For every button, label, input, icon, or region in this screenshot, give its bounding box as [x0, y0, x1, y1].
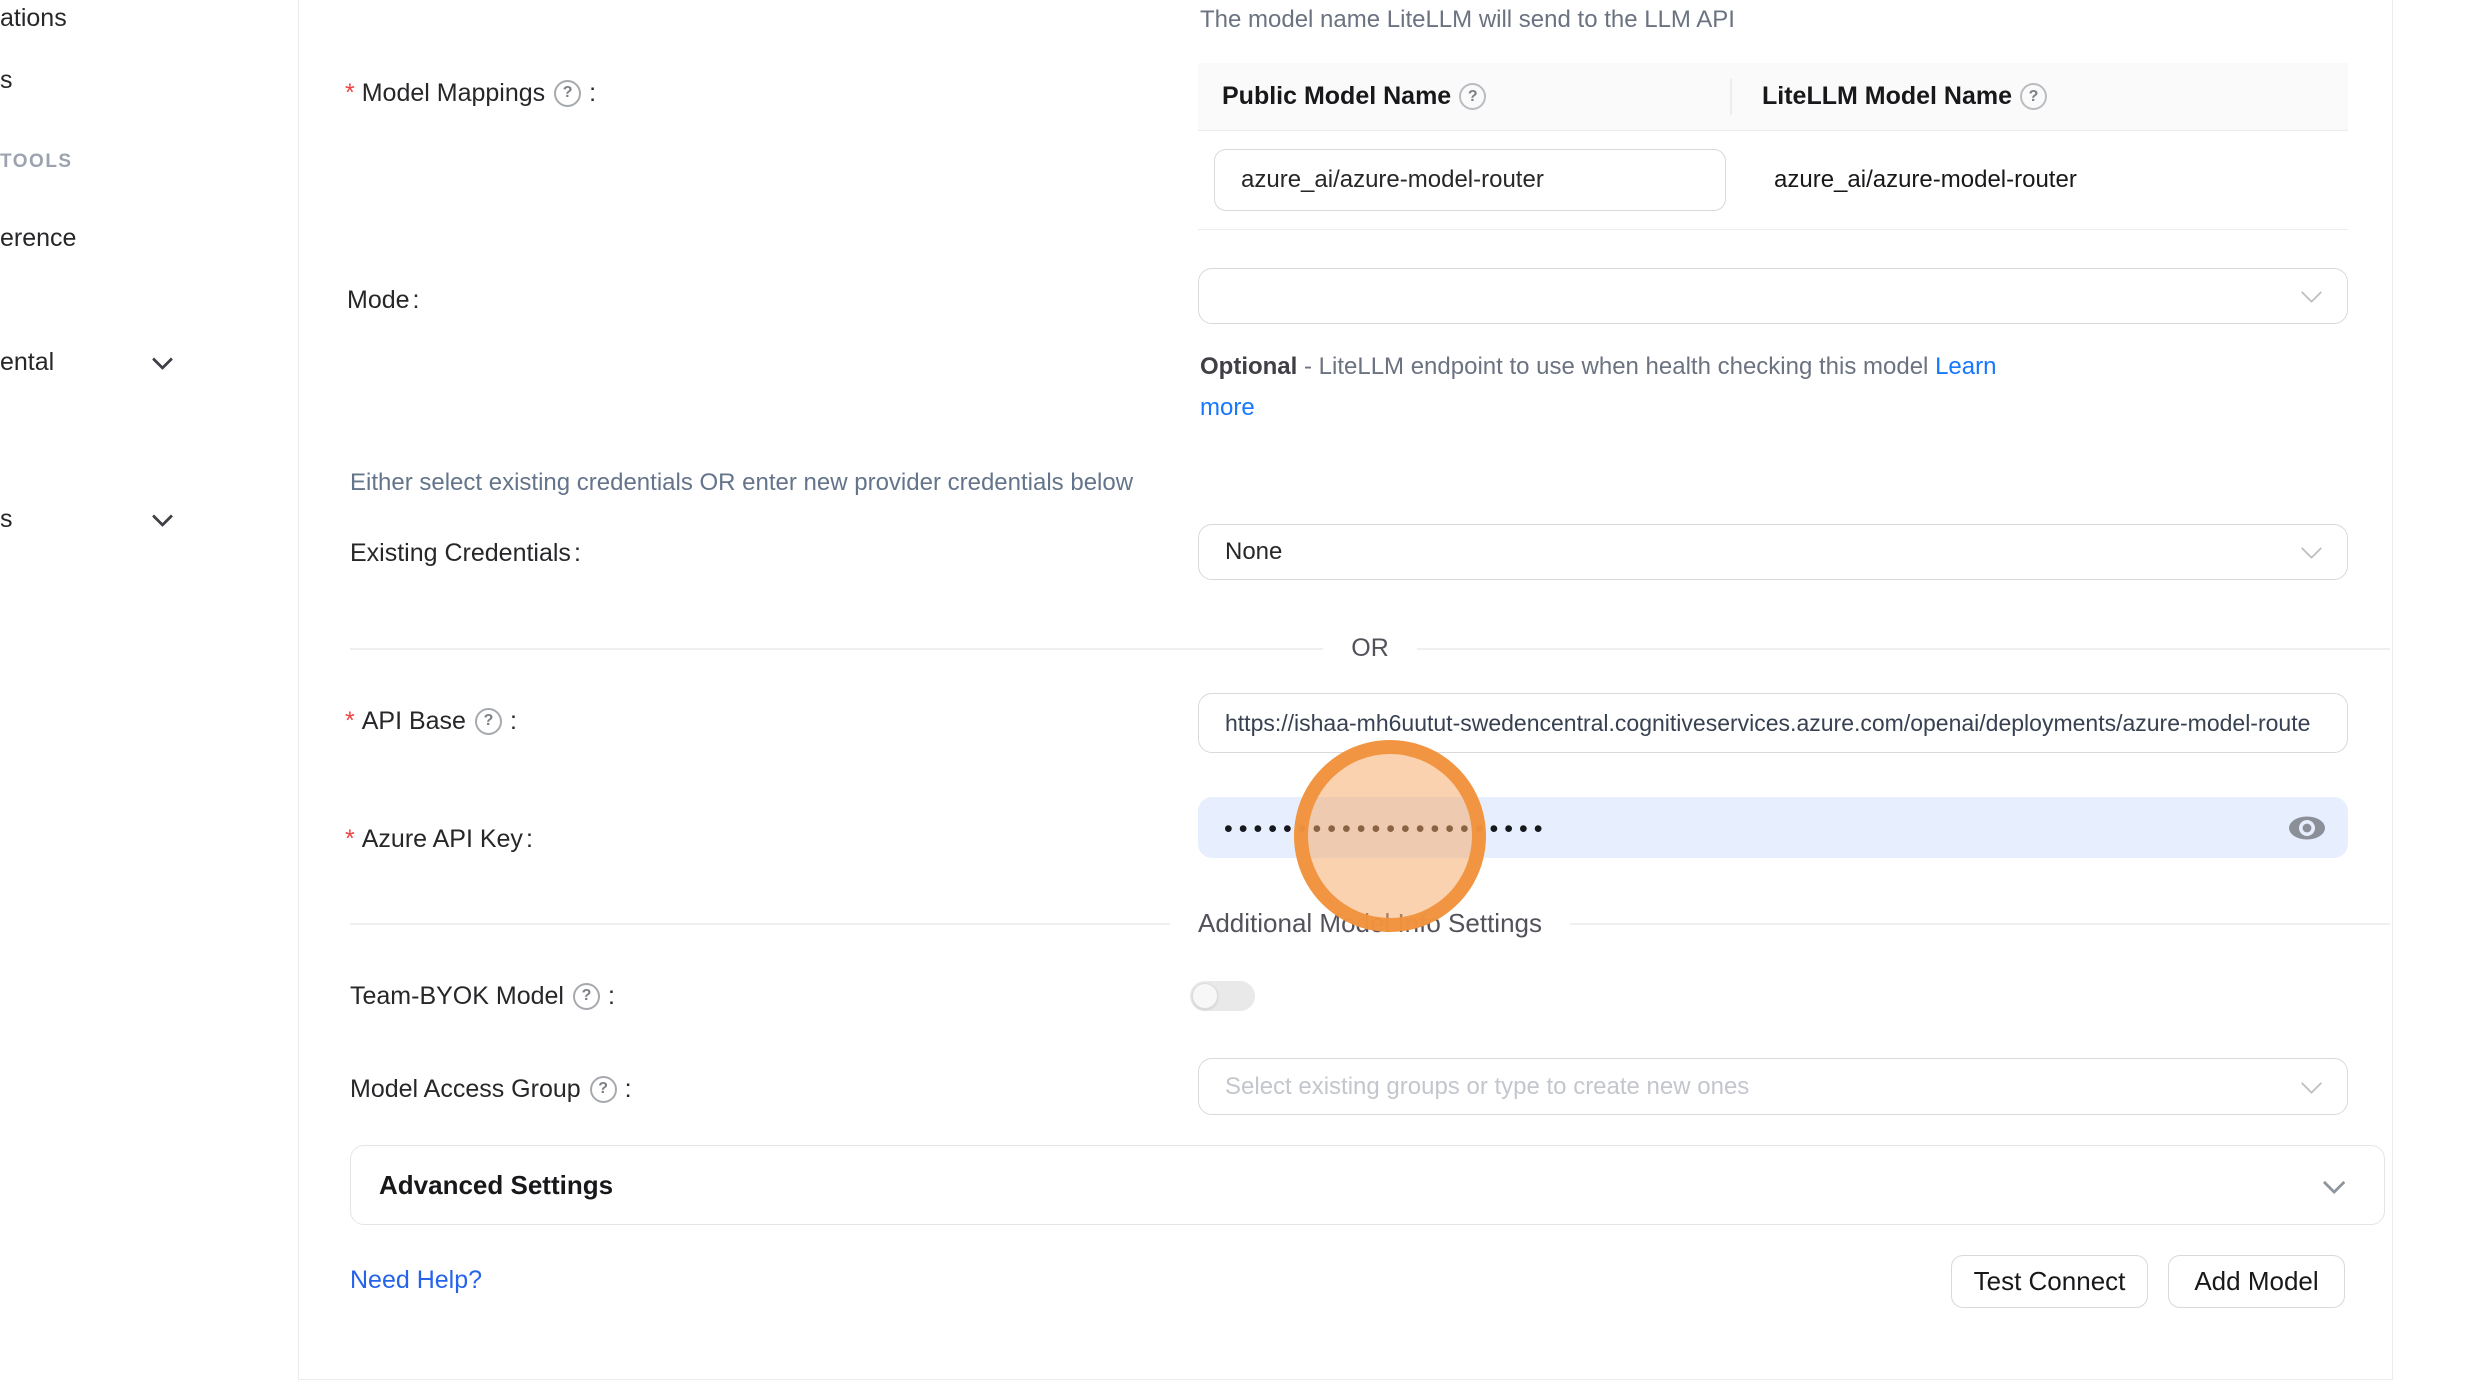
help-icon[interactable]: ? — [1459, 83, 1486, 110]
help-icon[interactable]: ? — [573, 983, 600, 1010]
required-asterisk: * — [345, 707, 355, 736]
divider-line — [350, 923, 1170, 925]
chevron-down-icon[interactable] — [152, 349, 173, 370]
divider-line — [350, 648, 1323, 650]
credentials-note: Either select existing credentials OR en… — [350, 469, 1133, 497]
help-icon[interactable]: ? — [2020, 83, 2047, 110]
sidebar-item-settings[interactable]: s — [0, 505, 13, 534]
litellm-model-name-header: LiteLLM Model Name ? — [1730, 82, 2052, 111]
add-model-page: ations s TOOLS erence ental s The model … — [0, 0, 2477, 1385]
team-byok-toggle[interactable] — [1190, 981, 1255, 1011]
required-asterisk: * — [345, 825, 355, 854]
mode-helper-text: Optional - LiteLLM endpoint to use when … — [1200, 346, 2020, 428]
advanced-settings-label: Advanced Settings — [379, 1170, 613, 1201]
mode-select[interactable] — [1198, 268, 2348, 324]
chevron-down-icon — [2301, 538, 2322, 559]
additional-settings-divider: Additional Model Info Settings — [350, 908, 2390, 939]
divider-line — [1570, 923, 2390, 925]
required-asterisk: * — [345, 79, 355, 108]
sidebar-item[interactable]: s — [0, 66, 13, 95]
sidebar-item-experimental[interactable]: ental — [0, 348, 54, 377]
litellm-model-name-value: azure_ai/azure-model-router — [1726, 166, 2077, 194]
model-access-group-select[interactable]: Select existing groups or type to create… — [1198, 1058, 2348, 1115]
help-icon[interactable]: ? — [475, 708, 502, 735]
public-model-name-input[interactable]: azure_ai/azure-model-router — [1214, 149, 1726, 211]
eye-icon[interactable] — [2288, 814, 2326, 842]
azure-api-key-input[interactable]: •••••••••••••••••••••• — [1198, 797, 2348, 858]
api-base-label: * API Base ? : — [345, 703, 517, 739]
or-divider: OR — [350, 634, 2390, 663]
toggle-knob — [1192, 983, 1218, 1009]
masked-password-dots: •••••••••••••••••••••• — [1224, 817, 1549, 842]
select-placeholder: Select existing groups or type to create… — [1225, 1073, 1749, 1101]
existing-credentials-select[interactable]: None — [1198, 524, 2348, 580]
sidebar-section-tools: TOOLS — [0, 151, 73, 173]
model-name-helper-text: The model name LiteLLM will send to the … — [1200, 6, 1735, 34]
advanced-settings-panel[interactable]: Advanced Settings — [350, 1145, 2385, 1225]
team-byok-label: Team-BYOK Model ? : — [350, 978, 615, 1014]
column-divider — [1730, 79, 1732, 115]
model-access-group-label: Model Access Group ? : — [350, 1071, 632, 1107]
add-model-button[interactable]: Add Model — [2168, 1255, 2345, 1308]
chevron-down-icon — [2301, 1072, 2322, 1093]
model-mappings-table-row: azure_ai/azure-model-router azure_ai/azu… — [1198, 131, 2348, 230]
chevron-down-icon[interactable] — [152, 506, 173, 527]
api-base-input[interactable]: https://ishaa-mh6uutut-swedencentral.cog… — [1198, 693, 2348, 753]
azure-api-key-label: * Azure API Key : — [345, 821, 533, 857]
divider-line — [1417, 648, 2390, 650]
model-mappings-label: * Model Mappings ? : — [345, 75, 596, 111]
model-mappings-table: Public Model Name ? LiteLLM Model Name ?… — [1198, 63, 2348, 230]
need-help-link[interactable]: Need Help? — [350, 1266, 482, 1295]
existing-credentials-label: Existing Credentials: — [350, 535, 581, 571]
sidebar-item-reference[interactable]: erence — [0, 224, 76, 253]
chevron-down-icon — [2301, 282, 2322, 303]
mode-label: Mode: — [347, 282, 420, 318]
sidebar-item-organizations[interactable]: ations — [0, 4, 67, 33]
test-connect-button[interactable]: Test Connect — [1951, 1255, 2148, 1308]
model-mappings-table-header: Public Model Name ? LiteLLM Model Name ? — [1198, 63, 2348, 131]
public-model-name-header: Public Model Name ? — [1198, 82, 1730, 111]
help-icon[interactable]: ? — [554, 80, 581, 107]
chevron-down-icon — [2323, 1172, 2346, 1195]
help-icon[interactable]: ? — [590, 1076, 617, 1103]
